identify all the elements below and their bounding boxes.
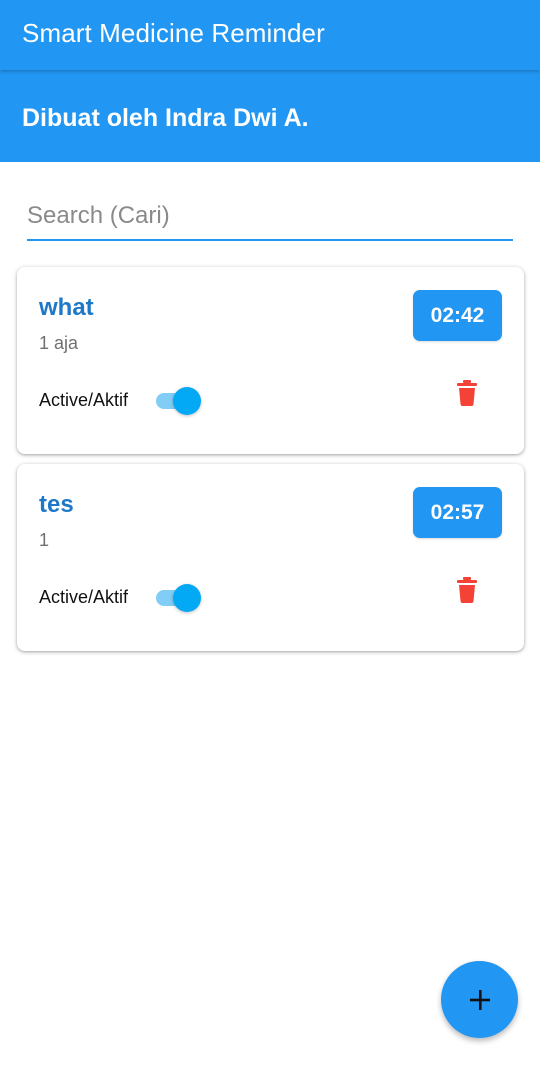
active-label: Active/Aktif [39,587,129,607]
toggle-thumb [173,584,201,612]
active-toggle[interactable] [156,385,202,415]
reminder-card[interactable]: what 1 aja 02:42 Active/Aktif [17,267,524,454]
time-button[interactable]: 02:42 [413,290,502,341]
medicine-name: tes [39,491,74,518]
trash-icon [457,380,477,406]
app-title: Smart Medicine Reminder [22,18,325,48]
reminder-card[interactable]: tes 1 02:57 Active/Aktif [17,464,524,651]
active-label: Active/Aktif [39,390,129,410]
medicine-dose: 1 [39,530,50,550]
medicine-dose: 1 aja [39,333,79,353]
add-reminder-button[interactable] [441,961,518,1038]
medicine-name: what [39,294,94,321]
trash-icon [457,577,477,603]
author-text: Dibuat oleh Indra Dwi A. [22,104,309,132]
app-bar: Smart Medicine Reminder [0,0,540,70]
add-icon [469,989,490,1010]
toggle-thumb [173,387,201,415]
delete-button[interactable] [453,574,481,606]
delete-button[interactable] [453,377,481,409]
search-field[interactable] [27,196,513,241]
time-button[interactable]: 02:57 [413,487,502,538]
active-toggle[interactable] [156,582,202,612]
header-band: Dibuat oleh Indra Dwi A. [0,70,540,162]
search-input[interactable] [27,196,513,236]
